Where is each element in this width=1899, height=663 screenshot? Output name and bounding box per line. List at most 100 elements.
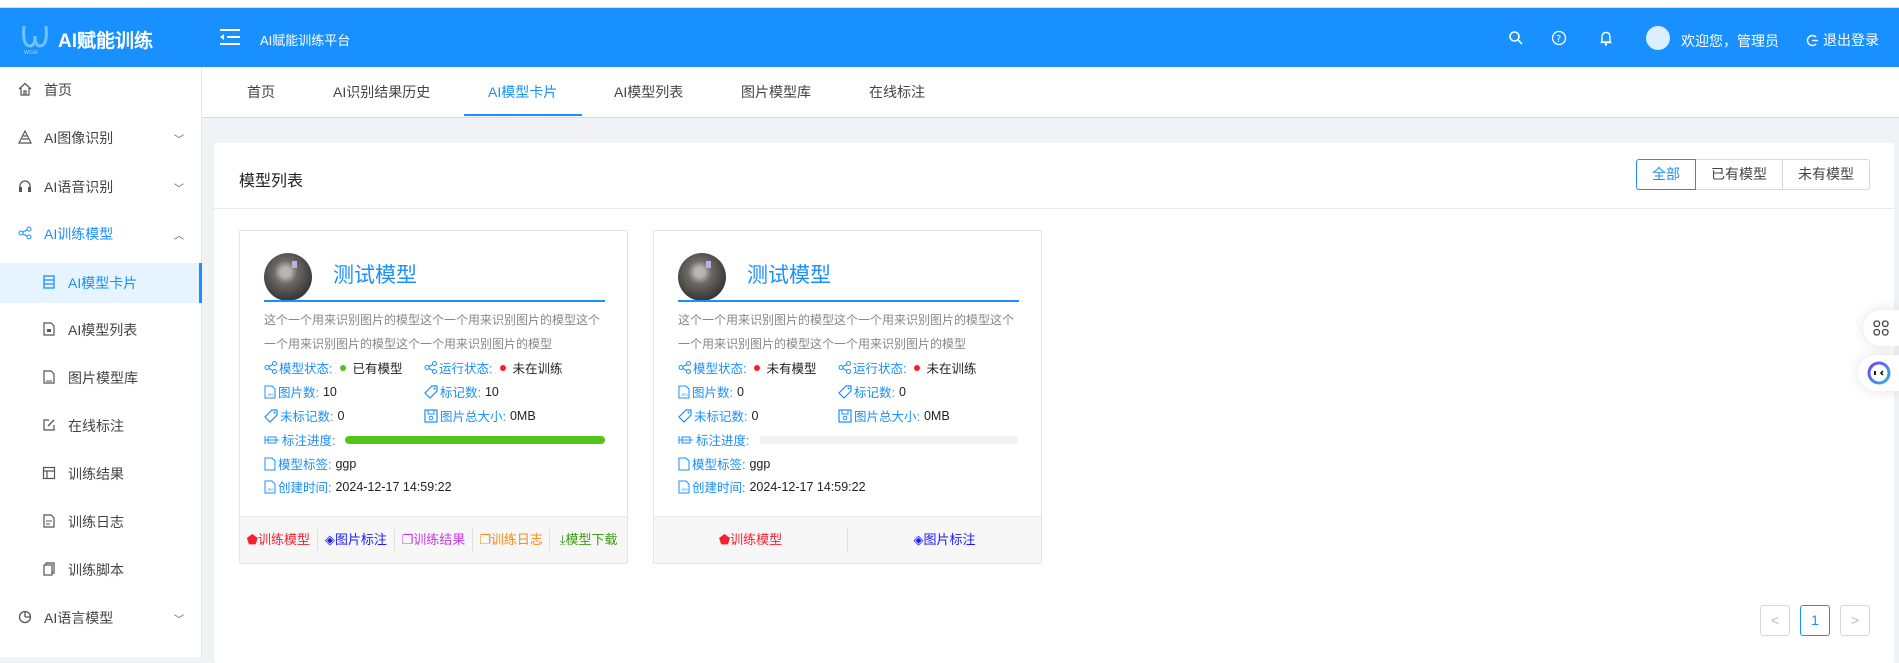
status-dot [754,364,761,371]
next-page-button[interactable]: > [1840,605,1870,636]
pyramid-icon [18,130,34,146]
model-name[interactable]: 测试模型 [747,259,831,289]
assistant-float-button[interactable] [1858,355,1899,391]
sidebar-item-label: AI模型卡片 [68,275,138,291]
tab-online-annotation[interactable]: 在线标注 [869,82,925,102]
user-avatar[interactable] [1646,26,1670,50]
brand-title: AI赋能训练 [58,31,154,52]
bell-icon[interactable] [1598,30,1614,46]
created-label: JPG 创建时间: [678,477,745,496]
filter-all-button[interactable]: 全部 [1636,159,1696,190]
model-name[interactable]: 测试模型 [333,259,417,289]
total_size-value: 0MB [923,408,950,423]
card-action-button[interactable]: ◈图片标注 [316,529,395,551]
file-icon [42,322,58,338]
file-text-icon [42,514,58,530]
sidebar-item-model-card[interactable]: AI模型卡片 [0,263,202,303]
help-icon[interactable]: ? [1551,30,1567,46]
card-action-button[interactable]: ⬟训练模型 [240,529,317,551]
logout-button[interactable]: 退出登录 [1806,30,1879,50]
run-status-value: 未在训练 [926,362,977,376]
svg-text:JPG: JPG [681,488,688,492]
logout-label: 退出登录 [1823,32,1879,48]
sidebar-item-language-model[interactable]: AI语言模型 ﹀ [0,598,202,638]
share-icon [424,361,437,374]
tab-model-list[interactable]: AI模型列表 [614,82,683,102]
sidebar-item-home[interactable]: 首页 [0,70,202,110]
model-status-value: 已有模型 [352,362,403,376]
chevron-down-icon: ﹀ [174,184,184,195]
images-value: 10 [322,384,337,399]
sidebar-item-label: AI语音识别 [44,179,114,195]
browser-top-strip [0,0,1899,8]
card-action-button[interactable]: ❐训练日志 [471,529,550,551]
model-list-panel: 模型列表 全部 已有模型 未有模型 测试模型 这个一个用来识别图片的模型这个一个… [214,143,1894,663]
filter-no-model-button[interactable]: 未有模型 [1782,159,1870,190]
label-text: 图片数: [692,386,733,400]
tag-icon: ◈ [324,532,335,547]
sidebar-item-model-list[interactable]: AI模型列表 [0,310,202,350]
model_status-label: 模型状态: [678,358,746,377]
card-action-button[interactable]: ◈图片标注 [847,529,1041,551]
model-thumbnail [678,253,726,301]
sidebar-item-training-script[interactable]: 训练脚本 [0,550,202,590]
sidebar-item-label: AI模型列表 [68,322,138,338]
file-image-icon: JPG [264,480,276,494]
card-action-button[interactable]: ❐训练结果 [394,529,472,551]
sidebar-item-label: 训练脚本 [68,562,124,578]
apps-grid-icon [1873,320,1889,336]
card-action-button[interactable]: ⤓模型下载 [549,529,627,551]
file-image-icon: JPG [678,480,690,494]
sidebar-item-label: 训练结果 [68,466,124,482]
status-dot [500,364,507,371]
tag-value: ggp [335,456,357,471]
tab-recognition-history[interactable]: AI识别结果历史 [333,82,430,102]
tab-home[interactable]: 首页 [247,82,275,102]
page-1-button[interactable]: 1 [1800,605,1830,636]
action-label: 图片标注 [334,532,387,547]
total_size-value: 0MB [509,408,536,423]
action-label: 训练模型 [257,532,310,547]
welcome-text: 欢迎您，管理员 [1681,33,1779,49]
annotation-progress-bar [759,436,1019,444]
save-icon [424,408,438,423]
save-icon [838,408,852,423]
tag-icon [264,408,278,423]
home-icon [18,82,34,98]
action-label: 模型下载 [565,532,618,547]
apps-float-button[interactable] [1863,310,1899,346]
model-description: 这个一个用来识别图片的模型这个一个用来识别图片的模型这个一个用来识别图片的模型这… [264,313,601,351]
status-dot [340,364,347,371]
divider [214,208,1894,209]
tab-image-model-library[interactable]: 图片模型库 [741,82,811,102]
sidebar-item-image-recognition[interactable]: AI图像识别 ﹀ [0,118,202,158]
logout-icon [1806,34,1819,47]
sidebar-item-image-model-library[interactable]: 图片模型库 [0,358,202,398]
label-text: 创建时间: [278,481,332,495]
prev-page-button[interactable]: < [1760,605,1790,636]
svg-text:JPG: JPG [681,393,688,397]
card-action-button[interactable]: ⬟训练模型 [654,529,847,551]
label-text: 图片总大小: [854,410,920,424]
sidebar-item-online-annotation[interactable]: 在线标注 [0,406,202,446]
file-image-icon [42,370,58,386]
action-label: 训练日志 [490,532,543,547]
tab-model-card[interactable]: AI模型卡片 [488,82,557,102]
sidebar-item-speech-recognition[interactable]: AI语音识别 ﹀ [0,167,202,207]
search-icon[interactable] [1508,30,1524,46]
total_size-label: 图片总大小: [424,406,506,425]
progress-label: 标注进度: [678,430,749,449]
label-text: 模型标签: [692,458,746,472]
headphones-icon [18,179,34,195]
chevron-up-icon: ︿ [174,231,184,242]
sidebar-item-training-results[interactable]: 训练结果 [0,454,202,494]
sidebar-item-training-model[interactable]: AI训练模型 ︿ [0,214,202,254]
model-filter-group: 全部 已有模型 未有模型 [1636,159,1870,190]
filter-has-model-button[interactable]: 已有模型 [1695,159,1783,190]
progress-fill [345,436,605,444]
sidebar-item-training-log[interactable]: 训练日志 [0,502,202,542]
model-card: 测试模型 这个一个用来识别图片的模型这个一个用来识别图片的模型这个一个用来识别图… [239,230,628,564]
tag-icon [678,408,692,423]
menu-fold-icon[interactable] [220,28,240,46]
created-value: 2024-12-17 14:59:22 [335,479,452,494]
